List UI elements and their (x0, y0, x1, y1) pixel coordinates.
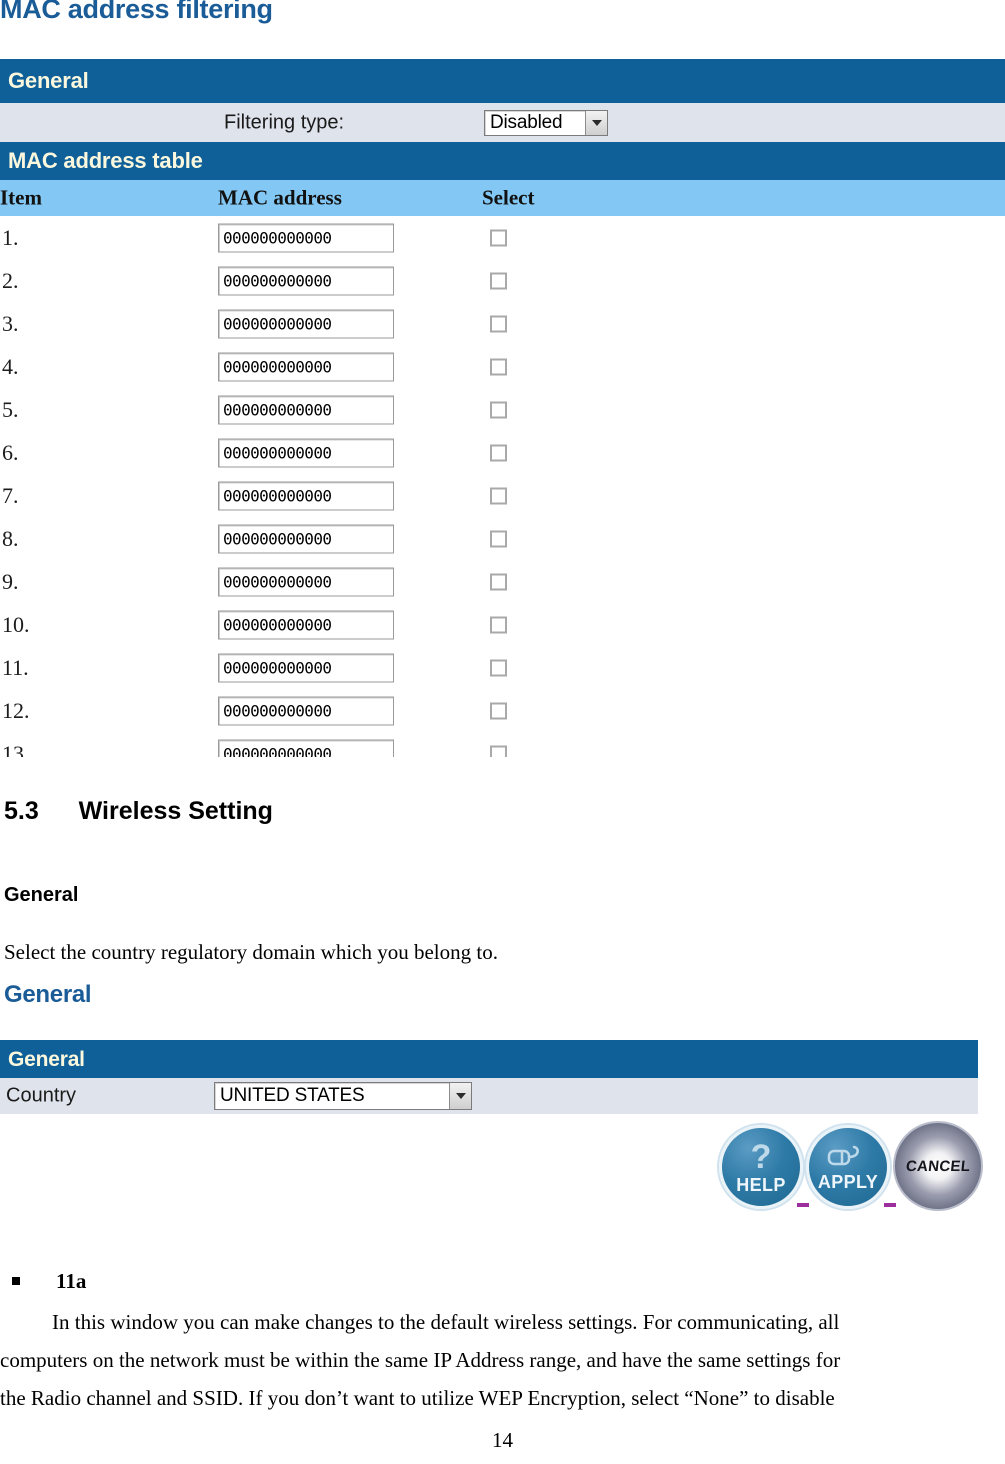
mac-address-input[interactable]: 000000000000 (218, 266, 394, 295)
mac-address-input[interactable]: 000000000000 (218, 524, 394, 553)
table-row: 9. 000000000000 (0, 560, 1005, 603)
section-heading-number: 5.3 (4, 797, 39, 825)
row-select-checkbox[interactable] (490, 530, 507, 547)
general-section-bar-label: General (8, 1047, 85, 1071)
table-row: 13. 000000000000 (0, 732, 1005, 757)
bullet-label: 11a (56, 1269, 87, 1293)
plug-icon (826, 1143, 870, 1171)
filtering-type-row: Filtering type: Disabled (0, 103, 1005, 142)
mac-address-input[interactable]: 000000000000 (218, 438, 394, 467)
row-select-checkbox[interactable] (490, 229, 507, 246)
country-select-value: UNITED STATES (220, 1085, 365, 1106)
mac-address-input[interactable]: 000000000000 (218, 309, 394, 338)
table-row: 11. 000000000000 (0, 646, 1005, 689)
screenshot-title: General (4, 981, 92, 1008)
apply-button-label: APPLY (817, 1172, 879, 1192)
general-section-bar: General (0, 59, 1005, 103)
cancel-button[interactable]: CANCEL (893, 1121, 983, 1211)
table-row: 2. 000000000000 (0, 259, 1005, 302)
mac-address-input[interactable]: 000000000000 (218, 481, 394, 510)
filtering-type-select[interactable]: Disabled (484, 109, 608, 136)
row-index: 9. (2, 568, 19, 594)
mac-address-input[interactable]: 000000000000 (218, 696, 394, 725)
subheading-general: General (4, 884, 79, 906)
row-index: 11. (2, 654, 29, 680)
section-heading: 5.3 Wireless Setting (4, 797, 273, 826)
row-select-checkbox[interactable] (490, 702, 507, 719)
country-label: Country (6, 1084, 77, 1107)
body-line-1: In this window you can make changes to t… (52, 1310, 840, 1334)
table-row: 3. 000000000000 (0, 302, 1005, 345)
row-index: 3. (2, 310, 19, 336)
row-select-checkbox[interactable] (490, 358, 507, 375)
chevron-down-icon[interactable] (585, 110, 607, 135)
help-button-label: HELP (736, 1175, 786, 1195)
general-section-bar: General (0, 1040, 978, 1078)
row-select-checkbox[interactable] (490, 616, 507, 633)
mac-address-input[interactable]: 000000000000 (218, 352, 394, 381)
country-row: Country UNITED STATES (0, 1078, 978, 1114)
page-number: 14 (492, 1428, 513, 1452)
mac-address-input[interactable]: 000000000000 (218, 610, 394, 639)
mac-address-input[interactable]: 000000000000 (218, 223, 394, 252)
table-row: 5. 000000000000 (0, 388, 1005, 431)
mac-address-input[interactable]: 000000000000 (218, 653, 394, 682)
row-index: 10. (2, 611, 30, 637)
row-index: 12. (2, 697, 30, 723)
row-select-checkbox[interactable] (490, 745, 507, 757)
row-select-checkbox[interactable] (490, 573, 507, 590)
row-index: 6. (2, 439, 19, 465)
apply-button-tick (884, 1203, 896, 1207)
wireless-general-screenshot: General General Country UNITED STATES ? … (0, 975, 1005, 1240)
column-header-item: Item (0, 185, 42, 210)
bullet-square-icon (12, 1277, 20, 1285)
table-row: 4. 000000000000 (0, 345, 1005, 388)
column-header-mac-address: MAC address (218, 185, 342, 210)
general-section-bar-label: General (8, 68, 89, 93)
question-mark-icon: ? (750, 1138, 772, 1176)
table-row: 10. 000000000000 (0, 603, 1005, 646)
table-row: 7. 000000000000 (0, 474, 1005, 517)
help-button[interactable]: ? HELP (719, 1125, 803, 1209)
section-heading-title: Wireless Setting (78, 797, 273, 825)
table-row: 6. 000000000000 (0, 431, 1005, 474)
filtering-type-select-value: Disabled (490, 111, 563, 133)
table-row: 12. 000000000000 (0, 689, 1005, 732)
row-select-checkbox[interactable] (490, 315, 507, 332)
row-index: 1. (2, 224, 19, 250)
row-index: 13. (2, 740, 30, 758)
mac-address-filtering-screenshot: MAC address filtering General Filtering … (0, 0, 1005, 757)
row-select-checkbox[interactable] (490, 444, 507, 461)
row-select-checkbox[interactable] (490, 401, 507, 418)
country-select[interactable]: UNITED STATES (214, 1082, 472, 1110)
mac-address-input[interactable]: 000000000000 (218, 395, 394, 424)
row-select-checkbox[interactable] (490, 272, 507, 289)
row-select-checkbox[interactable] (490, 659, 507, 676)
row-select-checkbox[interactable] (490, 487, 507, 504)
help-button-tick (797, 1203, 809, 1207)
filtering-type-label: Filtering type: (224, 111, 345, 133)
intro-paragraph: Select the country regulatory domain whi… (4, 940, 498, 964)
row-index: 2. (2, 267, 19, 293)
row-index: 4. (2, 353, 19, 379)
table-column-header-row: Item MAC address Select (0, 180, 1005, 216)
body-line-2: computers on the network must be within … (0, 1348, 841, 1372)
body-line-3: the Radio channel and SSID. If you don’t… (0, 1386, 835, 1410)
row-index: 5. (2, 396, 19, 422)
mac-address-input[interactable]: 000000000000 (218, 739, 394, 757)
chevron-down-icon[interactable] (449, 1083, 471, 1109)
table-row: 1. 000000000000 (0, 216, 1005, 259)
mac-address-table-bar-label: MAC address table (8, 148, 203, 173)
table-row: 8. 000000000000 (0, 517, 1005, 560)
row-index: 8. (2, 525, 19, 551)
apply-button[interactable]: APPLY (806, 1125, 890, 1209)
screenshot-title: MAC address filtering (0, 0, 273, 24)
mac-address-table-bar: MAC address table (0, 142, 1005, 180)
cancel-button-label: CANCEL (904, 1157, 972, 1175)
row-index: 7. (2, 482, 19, 508)
column-header-select: Select (482, 185, 535, 210)
mac-address-input[interactable]: 000000000000 (218, 567, 394, 596)
